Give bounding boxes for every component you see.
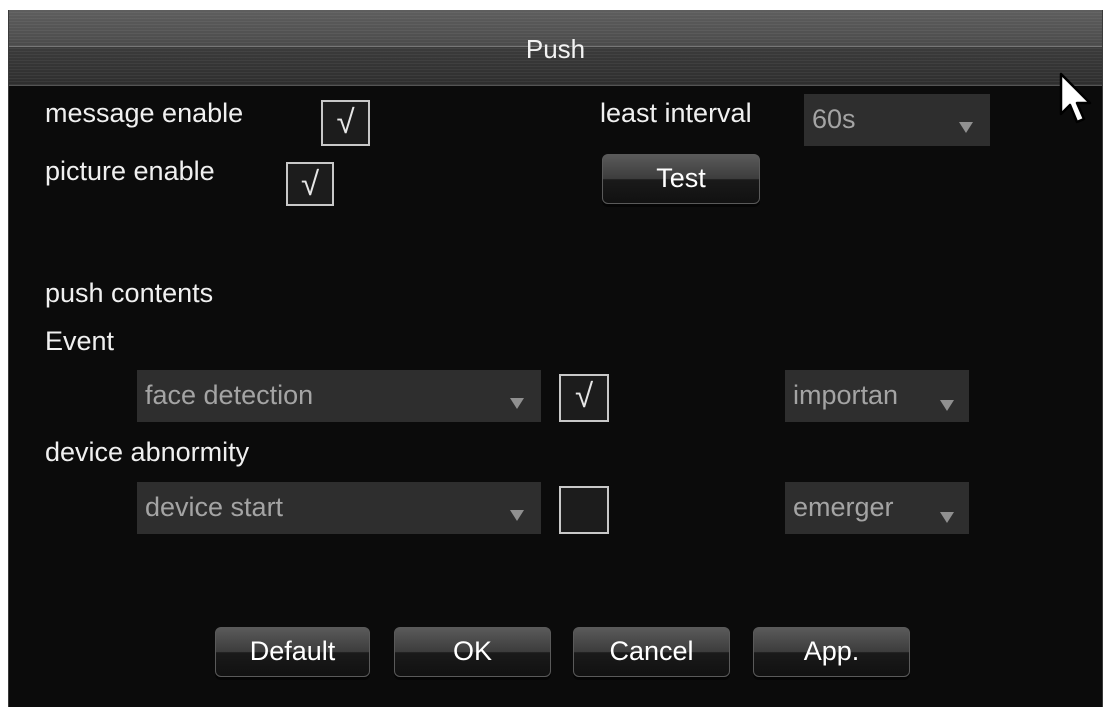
event-enable-checkbox[interactable]: √ <box>559 374 609 422</box>
test-button[interactable]: Test <box>602 154 760 204</box>
least-interval-label: least interval <box>600 98 752 128</box>
default-button[interactable]: Default <box>215 627 370 677</box>
message-enable-checkbox[interactable]: √ <box>321 100 370 146</box>
event-label: Event <box>45 326 115 356</box>
title-bar[interactable]: Push <box>9 10 1102 86</box>
device-abnormity-type-value: device start <box>145 492 284 522</box>
event-type-value: face detection <box>145 380 314 410</box>
dialog-title: Push <box>525 34 586 64</box>
device-abnormity-level-value: emerger <box>793 492 894 522</box>
device-abnormity-enable-checkbox[interactable]: √ <box>559 486 609 534</box>
picture-enable-label: picture enable <box>45 156 215 186</box>
check-mark-icon: √ <box>300 165 320 202</box>
dropdown-arrow-icon <box>940 512 954 523</box>
dropdown-arrow-icon <box>940 400 954 411</box>
mouse-pointer-icon <box>1059 72 1092 124</box>
event-level-select[interactable]: importan <box>785 370 969 422</box>
dropdown-arrow-icon <box>959 122 973 133</box>
ok-button[interactable]: OK <box>394 627 551 677</box>
least-interval-select[interactable]: 60s <box>804 94 990 146</box>
device-abnormity-label: device abnormity <box>45 437 250 467</box>
apply-button[interactable]: App. <box>753 627 910 677</box>
push-contents-heading: push contents <box>45 278 214 308</box>
dropdown-arrow-icon <box>510 398 524 409</box>
picture-enable-checkbox[interactable]: √ <box>286 162 334 206</box>
device-abnormity-level-select[interactable]: emerger <box>785 482 969 534</box>
event-level-value: importan <box>793 380 899 410</box>
least-interval-value: 60s <box>812 104 856 134</box>
push-dialog: Push message enable √ picture enable √ l… <box>8 10 1103 707</box>
message-enable-label: message enable <box>45 98 244 128</box>
check-mark-icon: √ <box>336 103 355 140</box>
check-mark-icon: √ <box>574 377 594 414</box>
device-abnormity-type-select[interactable]: device start <box>137 482 541 534</box>
dropdown-arrow-icon <box>510 510 524 521</box>
event-type-select[interactable]: face detection <box>137 370 541 422</box>
cancel-button[interactable]: Cancel <box>573 627 730 677</box>
